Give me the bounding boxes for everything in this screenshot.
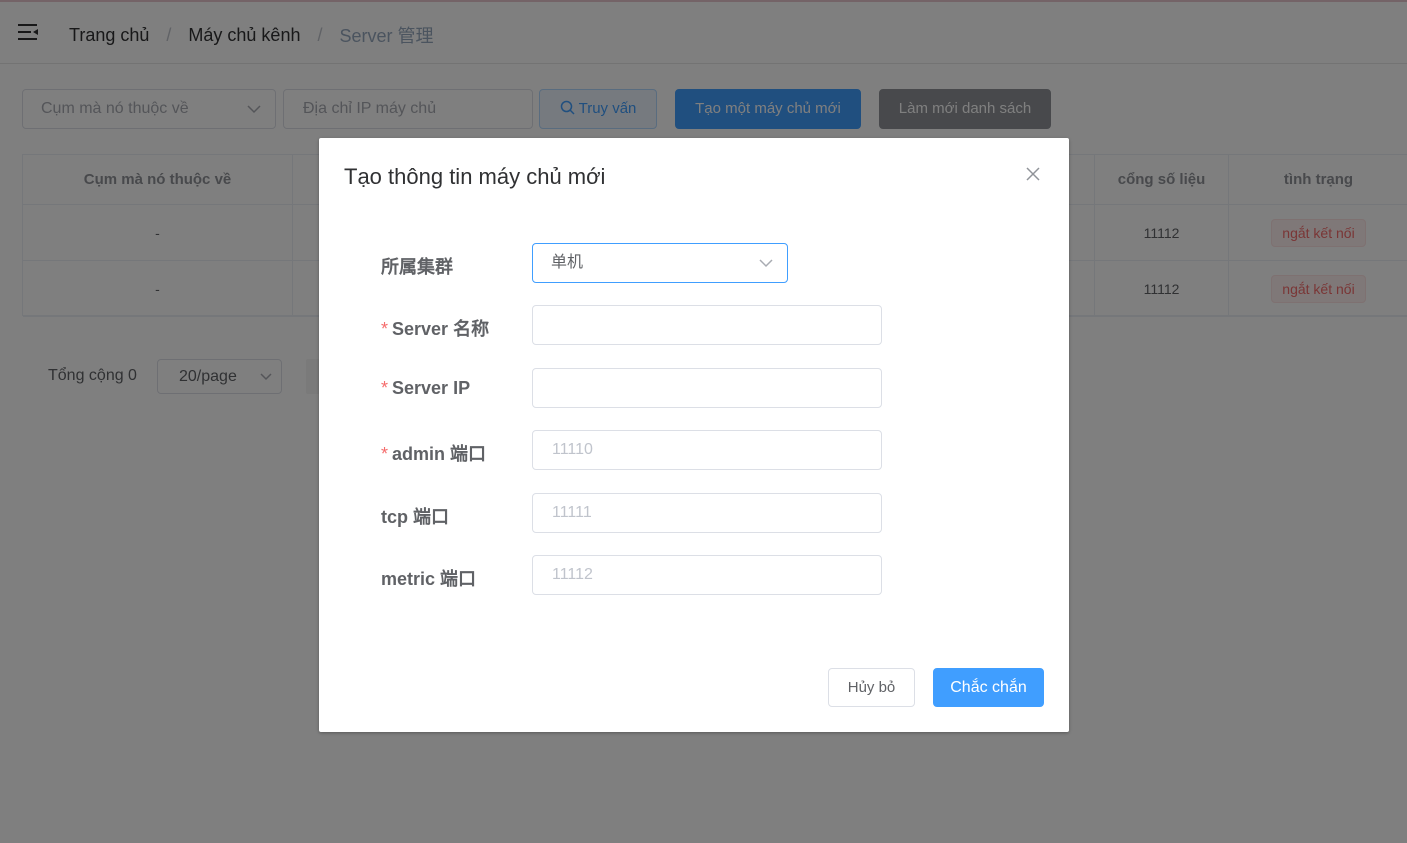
admin-port-input[interactable] [532, 430, 882, 470]
server-name-label-text: Server 名称 [392, 319, 490, 339]
metric-port-input[interactable] [532, 555, 882, 595]
close-icon[interactable] [1025, 166, 1041, 182]
metric-port-field-label: metric 端口 [381, 565, 476, 591]
confirm-button[interactable]: Chắc chắn [933, 668, 1044, 707]
required-asterisk: * [381, 444, 389, 464]
admin-port-field-label: * admin 端口 [381, 440, 486, 466]
cluster-select[interactable]: 单机 [532, 243, 788, 283]
tcp-port-field-label: tcp 端口 [381, 503, 449, 529]
cluster-field-label: 所属集群 [381, 253, 453, 279]
admin-port-label-text: admin 端口 [392, 444, 487, 464]
required-asterisk: * [381, 319, 389, 339]
tcp-port-label-text: tcp 端口 [381, 507, 450, 527]
server-ip-field-label: * Server IP [381, 378, 470, 399]
cluster-label-text: 所属集群 [381, 257, 453, 277]
tcp-port-input[interactable] [532, 493, 882, 533]
server-ip-label-text: Server IP [392, 378, 471, 398]
chevron-down-icon [759, 259, 773, 268]
server-name-input[interactable] [532, 305, 882, 345]
required-asterisk: * [381, 378, 389, 398]
cluster-select-value: 单机 [551, 254, 584, 271]
create-server-dialog: Tạo thông tin máy chủ mới 所属集群 单机 * Serve… [319, 138, 1069, 732]
dialog-title: Tạo thông tin máy chủ mới [344, 164, 606, 189]
server-name-field-label: * Server 名称 [381, 315, 489, 341]
metric-port-label-text: metric 端口 [381, 569, 477, 589]
server-ip-input[interactable] [532, 368, 882, 408]
cancel-button[interactable]: Hủy bỏ [828, 668, 915, 707]
